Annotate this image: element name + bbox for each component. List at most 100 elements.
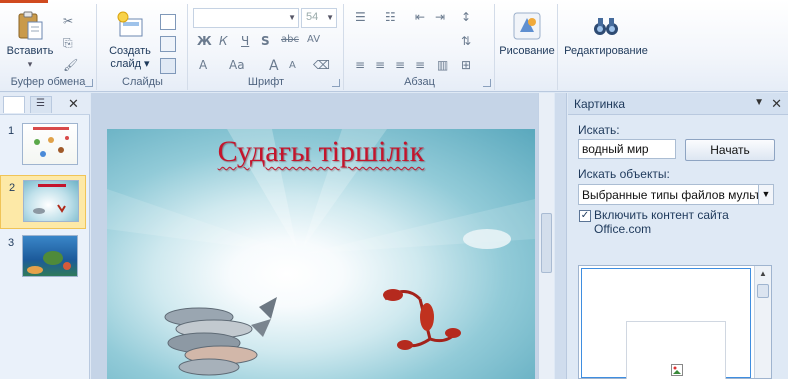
decrease-indent-icon[interactable]: ⇤: [415, 10, 425, 24]
grow-font-button[interactable]: A: [269, 58, 279, 74]
slide-number: 2: [9, 182, 16, 194]
copy-icon[interactable]: ⎘: [63, 36, 73, 51]
smartart-icon[interactable]: ⊞: [461, 58, 471, 72]
italic-button[interactable]: К: [219, 34, 228, 48]
align-right-icon[interactable]: ≡: [395, 58, 405, 72]
results-scrollbar[interactable]: ▲: [754, 266, 771, 378]
paste-icon: [14, 10, 46, 42]
change-case-button[interactable]: Aa: [229, 58, 245, 72]
pane-splitter[interactable]: [555, 93, 567, 379]
strikethrough-button[interactable]: abc: [281, 34, 299, 45]
scrollbar-thumb[interactable]: [757, 284, 769, 298]
clear-format-icon[interactable]: ⌫: [313, 58, 330, 72]
broken-image-icon: [671, 364, 683, 376]
drawing-label: Рисование: [499, 45, 555, 57]
font-size-value: 54: [306, 11, 319, 23]
bullets-icon[interactable]: ☰: [355, 10, 366, 24]
scrollbar-thumb[interactable]: [541, 213, 552, 273]
chevron-down-icon: ▼: [326, 13, 334, 22]
media-type-value: Выбранные типы файлов мультимедиа: [582, 188, 773, 202]
go-button[interactable]: Начать: [685, 139, 775, 161]
line-spacing-icon[interactable]: ↕: [461, 10, 471, 24]
clipboard-group: Вставить ▾ ✂ ⎘ 🖌 Буфер обмена: [0, 4, 97, 90]
slide-thumbnail-image: [23, 180, 79, 222]
new-slide-label-line1: Создать: [109, 45, 151, 57]
format-painter-icon[interactable]: 🖌: [63, 58, 78, 72]
editing-label: Редактирование: [564, 45, 648, 57]
font-launcher-icon[interactable]: [332, 79, 340, 87]
chevron-down-icon[interactable]: ▼: [754, 97, 764, 108]
slide-canvas[interactable]: Судағы тіршілік: [107, 129, 535, 379]
paragraph-group-label: Абзац: [404, 76, 435, 88]
increase-indent-icon[interactable]: ⇥: [435, 10, 445, 24]
shadow-button[interactable]: S: [261, 34, 270, 48]
slides-panel-tabs: ☰ ✕: [0, 93, 90, 115]
clipart-pane-title: Картинка: [574, 97, 626, 111]
media-type-select[interactable]: Выбранные типы файлов мультимедиа ▼: [578, 184, 774, 205]
align-center-icon[interactable]: ≡: [375, 58, 385, 72]
cut-icon[interactable]: ✂: [63, 14, 73, 28]
fish-image[interactable]: [159, 289, 289, 379]
slide-thumbnail-1[interactable]: 1: [0, 119, 86, 173]
underline-button[interactable]: Ч: [241, 34, 249, 48]
results-should-be-label: Искать объекты:: [578, 167, 670, 181]
crayfish-image[interactable]: [375, 279, 465, 359]
drawing-group: Рисование: [496, 4, 558, 90]
paragraph-group: ☰ ☷ ⇤ ⇥ ↕ ⇅ ≡ ≡ ≡ ≡ ▥ ⊞ Абзац: [345, 4, 495, 90]
search-label: Искать:: [578, 123, 620, 137]
slide-number: 1: [8, 125, 15, 137]
include-office-checkbox[interactable]: ✓: [579, 210, 591, 222]
include-office-label: Включить контент сайта Office.com: [594, 208, 729, 236]
binoculars-icon: [590, 10, 622, 42]
clipart-result-selected[interactable]: [581, 268, 751, 379]
text-direction-icon[interactable]: ⇅: [461, 34, 471, 48]
new-slide-icon: [114, 10, 146, 42]
slides-group: Создать слайд ▾ Слайды: [98, 4, 188, 90]
shrink-font-button[interactable]: A: [289, 60, 296, 71]
tab-slides[interactable]: [3, 96, 25, 113]
justify-icon[interactable]: ≡: [415, 58, 425, 72]
drawing-button[interactable]: Рисование: [498, 10, 556, 58]
clipboard-launcher-icon[interactable]: [85, 79, 93, 87]
font-group: ▼ 54 ▼ Ж К Ч S abc AV A Aa A A ⌫ Шрифт: [189, 4, 344, 90]
paste-label: Вставить: [6, 45, 54, 57]
columns-icon[interactable]: ▥: [437, 58, 448, 72]
tab-outline[interactable]: ☰: [30, 96, 52, 113]
layout-icon[interactable]: [160, 14, 176, 30]
file-tab-accent[interactable]: [0, 0, 48, 3]
slide-title[interactable]: Судағы тіршілік: [107, 135, 535, 169]
font-name-combo[interactable]: ▼: [193, 8, 299, 28]
align-left-icon[interactable]: ≡: [355, 58, 365, 72]
search-input[interactable]: водный мир: [578, 139, 676, 159]
editor-scrollbar[interactable]: [538, 93, 554, 379]
reset-icon[interactable]: [160, 36, 176, 52]
scroll-up-icon[interactable]: ▲: [755, 266, 771, 282]
clipart-pane: Картинка ▼ ✕ Искать: водный мир Начать И…: [555, 93, 788, 379]
slide-number: 3: [8, 237, 15, 249]
bold-button[interactable]: Ж: [197, 34, 212, 48]
new-slide-button[interactable]: Создать слайд ▾: [104, 10, 156, 71]
chevron-down-icon[interactable]: ▼: [758, 185, 773, 204]
slides-panel: ☰ ✕ 1 2 3: [0, 93, 90, 379]
slide-thumbnail-3[interactable]: 3: [0, 231, 86, 285]
chevron-down-icon: ▼: [288, 13, 296, 22]
close-icon[interactable]: ✕: [771, 96, 782, 112]
slide-thumbnail-2[interactable]: 2: [0, 175, 86, 229]
clipart-results: ▲: [578, 265, 772, 379]
font-color-button[interactable]: A: [199, 58, 207, 72]
clipart-result-item[interactable]: [626, 321, 726, 379]
chevron-down-icon: ▾: [27, 59, 33, 69]
slide-thumbnail-image: [22, 123, 78, 165]
editing-button[interactable]: Редактирование: [563, 10, 649, 58]
numbering-icon[interactable]: ☷: [385, 10, 396, 24]
paragraph-launcher-icon[interactable]: [483, 79, 491, 87]
section-icon[interactable]: [160, 58, 176, 74]
slide-editor: Судағы тіршілік: [91, 93, 554, 379]
paste-button[interactable]: Вставить ▾: [6, 10, 54, 71]
slides-group-label: Слайды: [122, 76, 163, 88]
close-icon[interactable]: ✕: [68, 96, 79, 112]
clipart-pane-header: Картинка ▼ ✕: [568, 93, 788, 115]
clipboard-group-label: Буфер обмена: [10, 76, 86, 88]
char-spacing-button[interactable]: AV: [307, 34, 320, 45]
font-size-combo[interactable]: 54 ▼: [301, 8, 337, 28]
